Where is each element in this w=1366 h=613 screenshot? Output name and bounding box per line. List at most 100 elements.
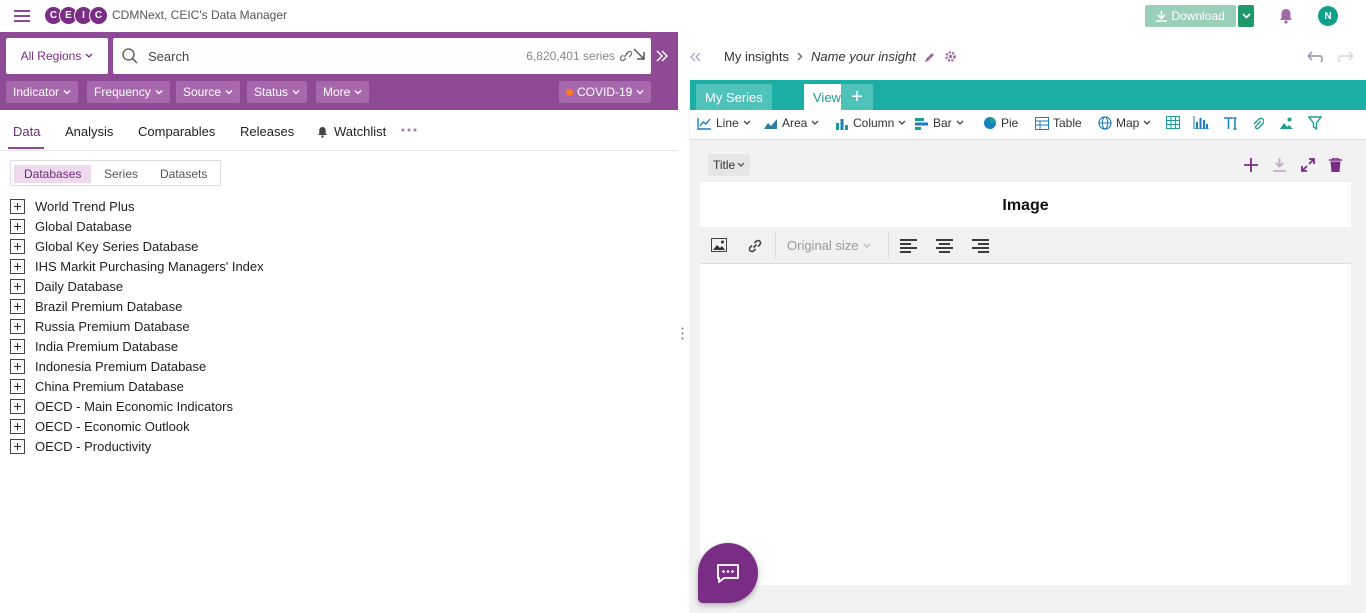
filter-source[interactable]: Source	[176, 81, 241, 103]
sub-tab-datasets[interactable]: Datasets	[150, 165, 217, 183]
attachment-icon[interactable]	[1252, 116, 1264, 131]
search-input[interactable]: Search	[148, 49, 189, 64]
insert-image-icon[interactable]	[711, 238, 727, 252]
undo-icon[interactable]	[1306, 50, 1328, 62]
expand-icon[interactable]	[10, 398, 25, 414]
tab-releases[interactable]: Releases	[240, 124, 294, 139]
search-icon	[122, 48, 138, 64]
align-left-icon[interactable]	[900, 239, 917, 253]
tree-item[interactable]: Brazil Premium Database	[10, 297, 182, 315]
expand-icon[interactable]	[10, 318, 25, 334]
link-icon[interactable]	[747, 238, 763, 254]
trash-icon[interactable]	[1329, 158, 1342, 172]
fullscreen-icon[interactable]	[1301, 158, 1315, 172]
tree-item[interactable]: Global Database	[10, 217, 132, 235]
expand-icon[interactable]	[10, 378, 25, 394]
expand-search-icon[interactable]	[632, 47, 646, 61]
ceic-logo[interactable]: C E I C	[44, 6, 108, 25]
tree-item[interactable]: Russia Premium Database	[10, 317, 190, 335]
card-title: Image	[1002, 197, 1049, 214]
link-icon[interactable]	[619, 50, 633, 62]
expand-left-icon[interactable]	[689, 52, 701, 62]
panel-resize-handle[interactable]	[681, 327, 684, 340]
title-dropdown[interactable]: Title	[708, 154, 751, 176]
expand-icon[interactable]	[10, 218, 25, 234]
download-icon[interactable]	[1273, 158, 1286, 172]
tree-item[interactable]: Indonesia Premium Database	[10, 357, 206, 375]
bar-chart-icon	[915, 117, 928, 130]
tree-item[interactable]: Global Key Series Database	[10, 237, 198, 255]
download-label: Download	[1171, 9, 1225, 23]
chat-button[interactable]	[698, 543, 758, 603]
download-button[interactable]: Download	[1145, 5, 1236, 27]
app-title: CDMNext, CEIC's Data Manager	[112, 8, 288, 22]
chart-type-table[interactable]: Table	[1035, 116, 1082, 130]
region-selector[interactable]: All Regions	[6, 38, 108, 74]
more-tabs-icon[interactable]	[401, 128, 417, 132]
add-icon[interactable]	[1244, 158, 1258, 172]
image-icon[interactable]	[1279, 116, 1294, 130]
text-icon[interactable]	[1223, 116, 1239, 130]
chart-type-column[interactable]: Column	[835, 116, 906, 130]
expand-icon[interactable]	[10, 298, 25, 314]
sub-tab-databases[interactable]: Databases	[14, 165, 92, 183]
redo-icon[interactable]	[1333, 50, 1355, 62]
sub-tab-series[interactable]: Series	[94, 165, 148, 183]
notifications-bell-icon[interactable]	[1279, 8, 1293, 24]
download-options-button[interactable]	[1238, 5, 1254, 27]
expand-icon[interactable]	[10, 278, 25, 294]
pencil-icon[interactable]	[924, 51, 936, 63]
expand-icon[interactable]	[10, 418, 25, 434]
tree-item[interactable]: China Premium Database	[10, 377, 184, 395]
chevron-down-icon	[354, 90, 362, 95]
expand-icon[interactable]	[10, 238, 25, 254]
add-view-button[interactable]: +	[841, 84, 873, 110]
align-right-icon[interactable]	[972, 239, 989, 253]
tool-label: Line	[716, 116, 739, 130]
image-size-dropdown[interactable]: Original size	[787, 238, 871, 253]
align-center-icon[interactable]	[936, 239, 953, 253]
gear-icon[interactable]	[944, 50, 957, 63]
tab-data[interactable]: Data	[13, 124, 40, 139]
database-name: Global Key Series Database	[35, 238, 199, 254]
user-avatar[interactable]: N	[1318, 6, 1338, 26]
search-box[interactable]: Search 6,820,401 series	[113, 38, 651, 74]
filter-status[interactable]: Status	[247, 81, 308, 103]
filter-icon[interactable]	[1308, 116, 1322, 130]
tab-analysis[interactable]: Analysis	[65, 124, 113, 139]
collapse-panel-icon[interactable]	[656, 50, 668, 62]
tab-comparables[interactable]: Comparables	[138, 124, 215, 139]
chart-type-map[interactable]: Map	[1098, 116, 1151, 130]
chart-type-pie[interactable]: Pie	[983, 116, 1018, 130]
filter-label: Frequency	[94, 85, 151, 99]
insight-name[interactable]: Name your insight	[811, 49, 916, 64]
tree-item[interactable]: World Trend Plus	[10, 197, 134, 215]
breadcrumb-root[interactable]: My insights	[724, 49, 789, 64]
expand-icon[interactable]	[10, 258, 25, 274]
chart-type-bar[interactable]: Bar	[915, 116, 964, 130]
hamburger-menu-icon[interactable]	[14, 10, 30, 22]
tree-item[interactable]: India Premium Database	[10, 337, 178, 355]
heatmap-icon[interactable]	[1166, 116, 1180, 129]
tree-item[interactable]: OECD - Main Economic Indicators	[10, 397, 233, 415]
chart-type-line[interactable]: Line	[697, 116, 751, 130]
histogram-icon[interactable]	[1193, 116, 1209, 129]
covid-19-filter[interactable]: COVID-19	[559, 81, 652, 103]
expand-icon[interactable]	[10, 338, 25, 354]
tree-item[interactable]: IHS Markit Purchasing Managers' Index	[10, 257, 264, 275]
tree-item[interactable]: OECD - Productivity	[10, 437, 151, 455]
expand-icon[interactable]	[10, 358, 25, 374]
filter-more[interactable]: More	[316, 81, 370, 103]
expand-icon[interactable]	[10, 438, 25, 454]
tree-item[interactable]: OECD - Economic Outlook	[10, 417, 190, 435]
filter-indicator[interactable]: Indicator	[6, 81, 79, 103]
tree-item[interactable]: Daily Database	[10, 277, 123, 295]
filter-frequency[interactable]: Frequency	[87, 81, 170, 103]
chevron-down-icon	[737, 162, 745, 167]
breadcrumb: My insights Name your insight	[724, 49, 957, 64]
chart-type-area[interactable]: Area	[763, 116, 819, 130]
database-name: IHS Markit Purchasing Managers' Index	[35, 258, 264, 274]
tab-my-series[interactable]: My Series	[696, 84, 772, 110]
expand-icon[interactable]	[10, 198, 25, 214]
tab-watchlist[interactable]: Watchlist	[317, 124, 386, 139]
